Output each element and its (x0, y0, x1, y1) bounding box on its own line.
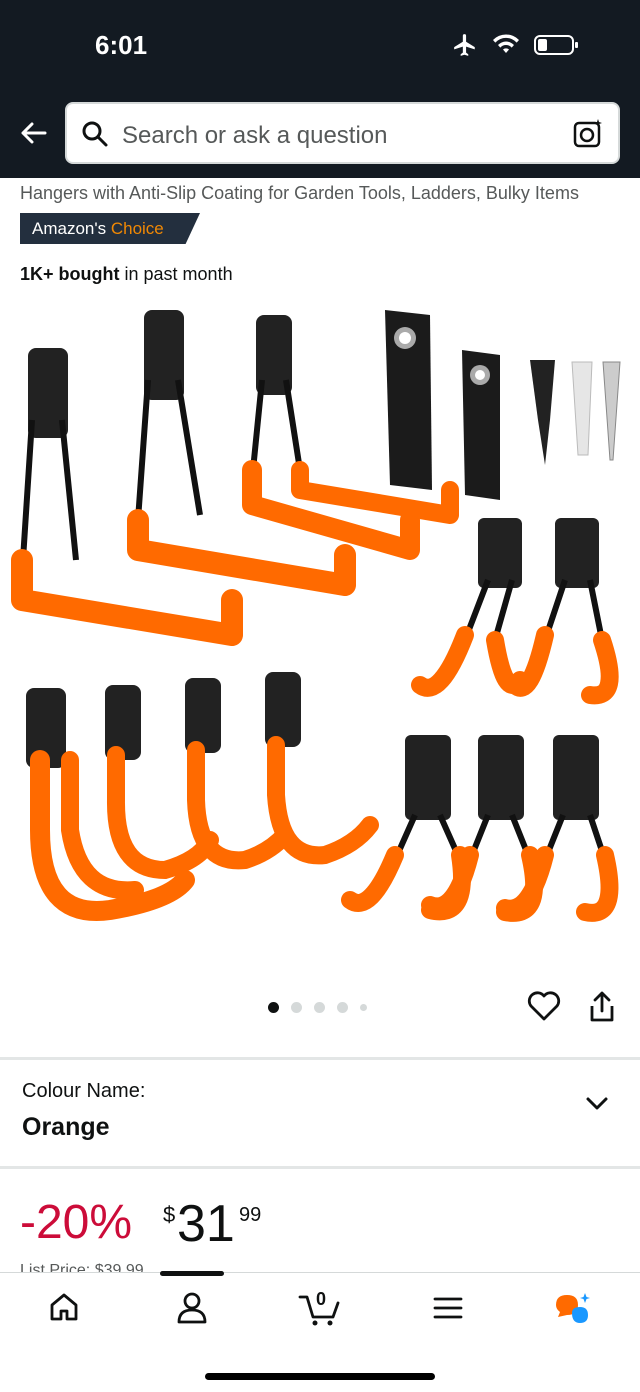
home-icon[interactable] (48, 1291, 80, 1323)
price-fraction: 99 (239, 1204, 262, 1226)
home-indicator (205, 1373, 435, 1380)
rufus-assistant-icon[interactable] (552, 1291, 594, 1327)
product-image[interactable] (0, 300, 640, 960)
carousel-dot[interactable] (337, 1002, 348, 1013)
camera-lens-icon[interactable] (572, 118, 604, 150)
colour-value: Orange (22, 1113, 110, 1141)
wifi-icon (493, 34, 519, 53)
large-hook (11, 348, 243, 646)
colour-label: Colour Name: (22, 1080, 146, 1102)
cart-count: 0 (316, 1289, 327, 1309)
small-hook (411, 518, 529, 697)
search-icon (82, 121, 108, 147)
search-bar[interactable]: Search or ask a question (65, 102, 620, 164)
back-arrow-icon[interactable] (18, 118, 48, 148)
product-title[interactable]: Hangers with Anti-Slip Coating for Garde… (20, 183, 579, 204)
status-icons (452, 32, 580, 58)
currency-symbol: $ (163, 1202, 176, 1227)
list-price: List Price: $39.99 (20, 1262, 144, 1272)
status-time: 6:01 (95, 30, 148, 60)
chevron-down-icon[interactable] (585, 1095, 609, 1111)
account-icon[interactable] (176, 1291, 208, 1325)
price-whole: 31 (177, 1195, 235, 1253)
battery-icon (534, 35, 578, 55)
nav-active-indicator (160, 1271, 224, 1276)
cart-button[interactable]: 0 (298, 1289, 342, 1327)
status-bar: 6:01 (0, 0, 640, 90)
strap (385, 310, 432, 490)
large-hook (127, 310, 356, 596)
bought-count: 1K+ bought in past month (20, 264, 233, 284)
divider (0, 1166, 640, 1169)
carousel-dot[interactable] (314, 1002, 325, 1013)
carousel-dot[interactable] (268, 1002, 279, 1013)
divider (0, 1057, 640, 1060)
wall-anchors (530, 360, 621, 465)
search-input[interactable]: Search or ask a question (122, 122, 388, 150)
carousel-dot[interactable] (360, 1004, 367, 1011)
search-header: Search or ask a question (0, 90, 640, 178)
carousel-dot[interactable] (291, 1002, 302, 1013)
bottom-nav: 0 (0, 1271, 640, 1392)
small-hook (506, 518, 619, 705)
j-hook (265, 672, 379, 865)
image-carousel-dots[interactable] (268, 1002, 367, 1013)
strap (462, 350, 500, 500)
menu-icon[interactable] (432, 1295, 464, 1321)
airplane-icon (454, 34, 475, 56)
share-icon[interactable] (588, 990, 616, 1024)
discount-percent: -20% (20, 1196, 133, 1249)
heart-icon[interactable] (527, 990, 561, 1022)
